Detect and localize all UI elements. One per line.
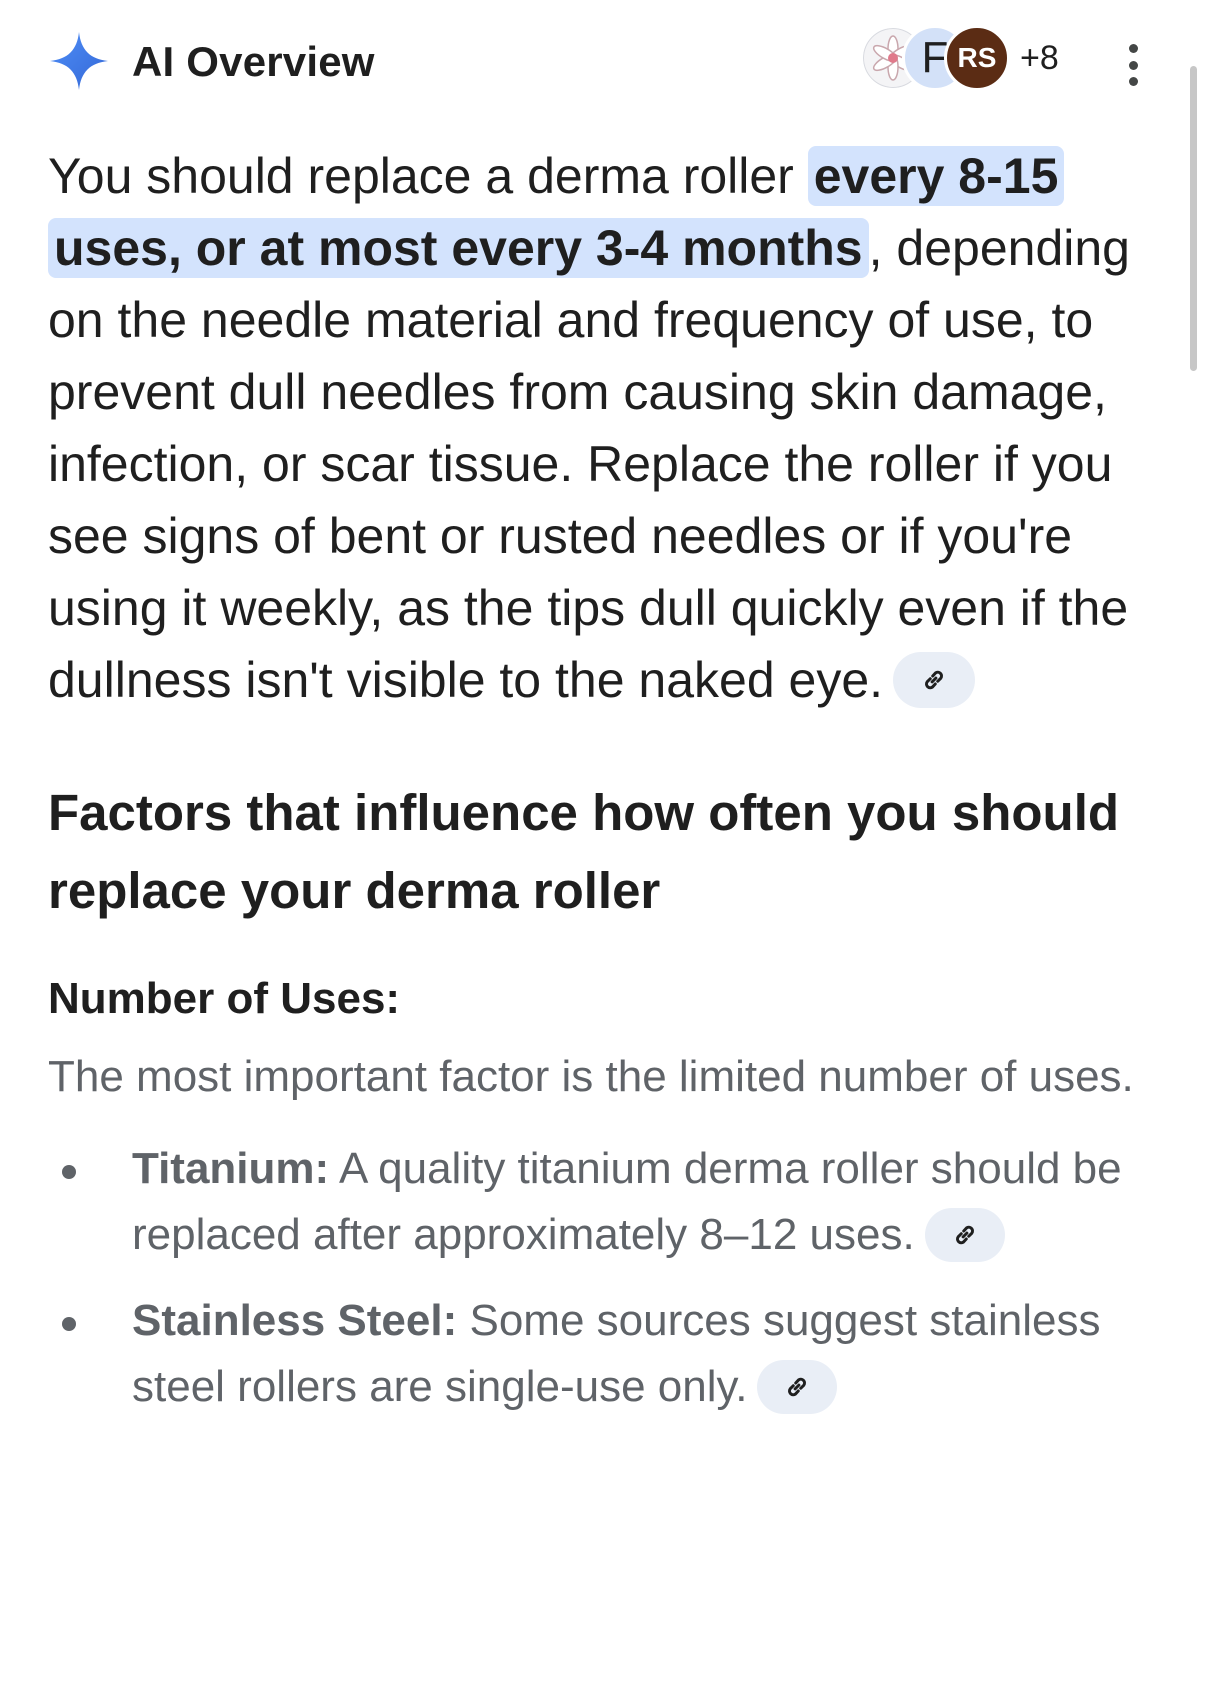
source-link-chip[interactable]	[893, 651, 976, 708]
answer-text-rest: , depending on the needle material and f…	[48, 220, 1130, 708]
bullet-label: Titanium:	[132, 1144, 330, 1193]
link-icon	[788, 1378, 807, 1397]
menu-dot	[1128, 44, 1138, 53]
bullet-label: Stainless Steel:	[132, 1296, 458, 1345]
ai-overview-header: AI Overview F RS +8	[0, 0, 1205, 130]
section-paragraph: The most important factor is the limited…	[48, 1052, 1134, 1101]
section-subheading: Number of Uses:	[48, 974, 401, 1023]
answer-text-start: You should replace a derma roller	[48, 148, 808, 204]
list-item: Stainless Steel: Some sources suggest st…	[48, 1288, 1170, 1420]
menu-dot	[1128, 60, 1138, 70]
source-link-chip[interactable]	[924, 1208, 1005, 1263]
more-vert-icon[interactable]	[1118, 40, 1148, 90]
answer-paragraph: You should replace a derma roller every …	[48, 140, 1170, 716]
source-avatar-rs[interactable]: RS	[944, 25, 1010, 91]
overview-title: AI Overview	[132, 38, 375, 85]
sparkle-icon	[50, 32, 108, 90]
overview-content: You should replace a derma roller every …	[48, 140, 1170, 1440]
link-icon	[955, 1226, 974, 1245]
bullet-list: Titanium: A quality titanium derma rolle…	[48, 1136, 1170, 1420]
scrollbar[interactable]	[1190, 66, 1197, 371]
section-heading: Factors that influence how often you sho…	[48, 784, 1120, 919]
link-icon	[925, 670, 943, 689]
source-link-chip[interactable]	[757, 1360, 838, 1415]
more-sources-count[interactable]: +8	[1020, 39, 1059, 78]
bullet-dot	[62, 1165, 76, 1179]
bullet-dot	[62, 1317, 76, 1331]
menu-dot	[1128, 77, 1138, 86]
list-item: Titanium: A quality titanium derma rolle…	[48, 1136, 1170, 1268]
